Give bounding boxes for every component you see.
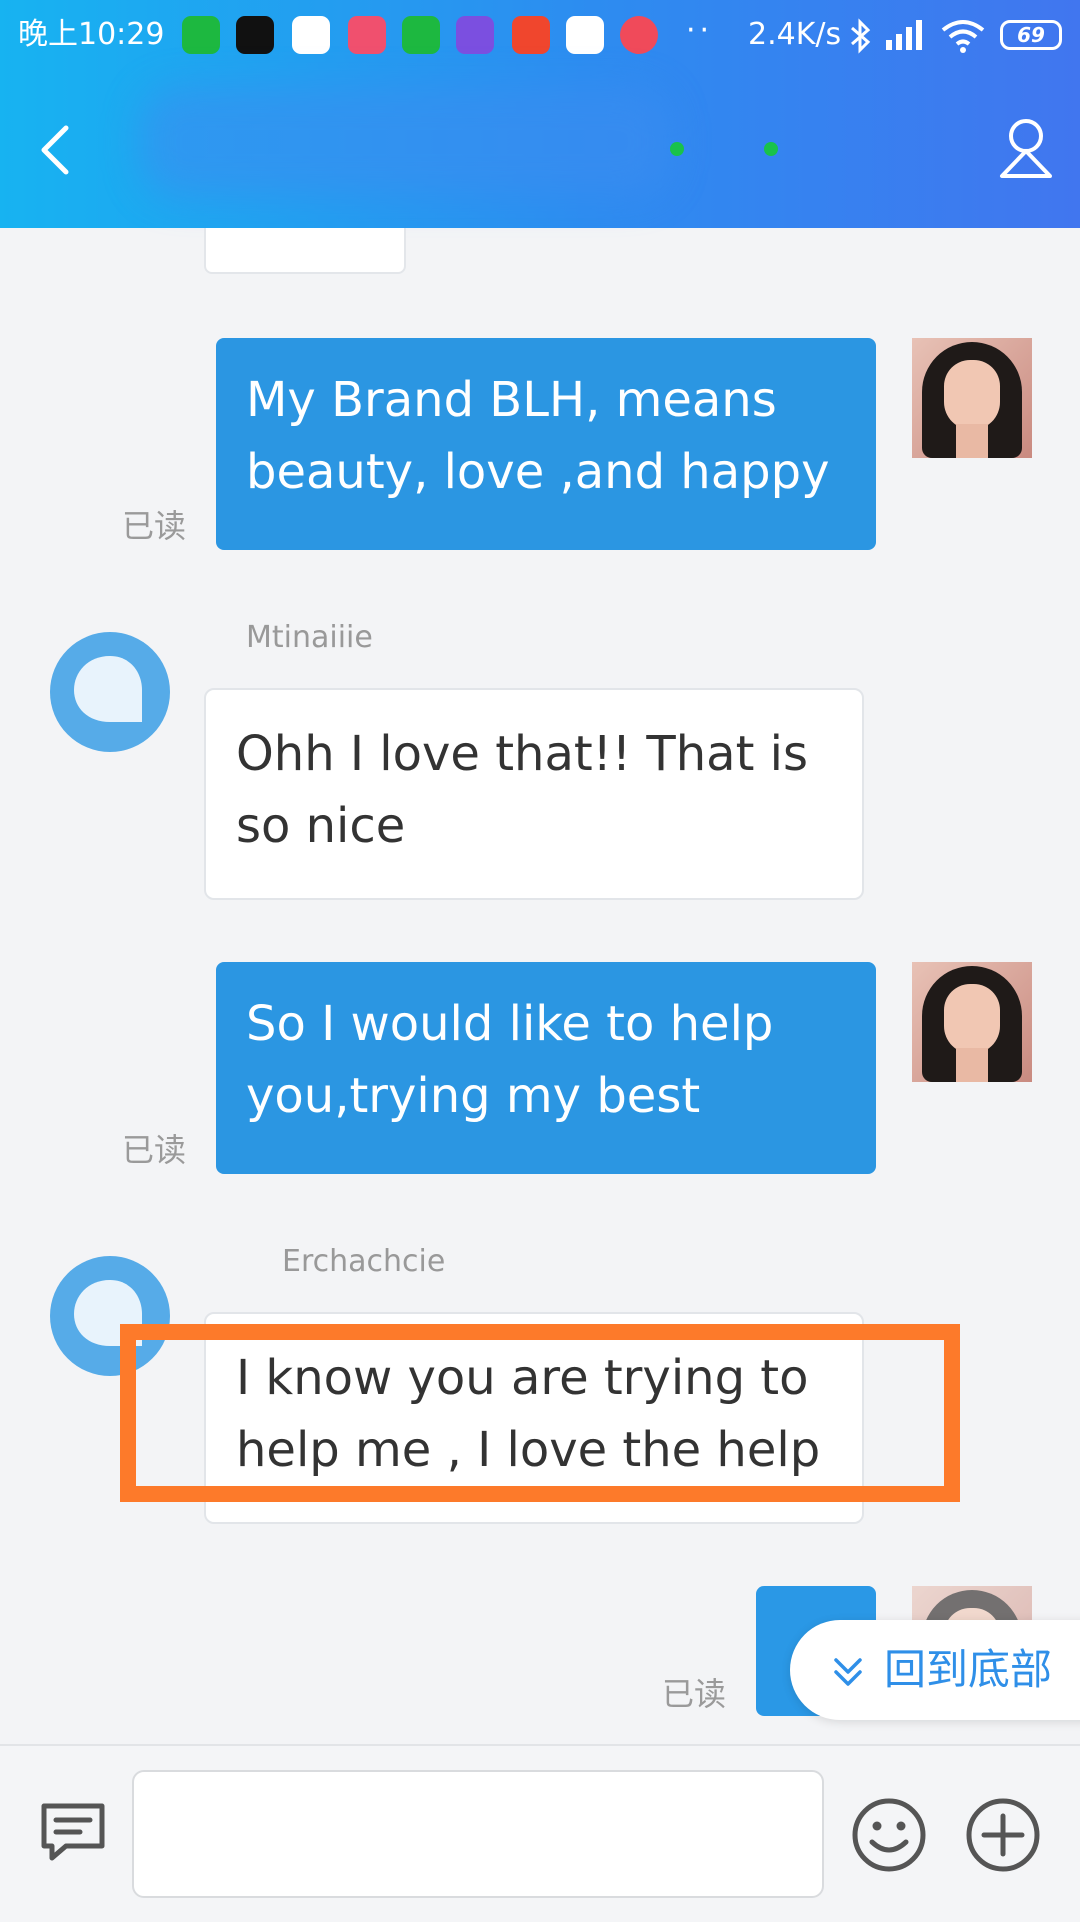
wifi-icon	[941, 20, 985, 53]
my-avatar[interactable]	[912, 962, 1032, 1082]
contact-avatar[interactable]	[48, 630, 172, 754]
network-speed: 2.4K/s	[748, 17, 842, 52]
my-avatar[interactable]	[912, 338, 1032, 458]
sender-name: Erchachcie	[282, 1244, 446, 1279]
plus-icon[interactable]	[964, 1796, 1042, 1874]
message-input[interactable]	[132, 1770, 824, 1898]
iqiyi-lite-app-icon	[402, 16, 440, 54]
read-receipt: 已读	[662, 1675, 727, 1713]
biyao-app-icon	[456, 16, 494, 54]
incoming-message-bubble[interactable]: Ohh I love that!! That is so nice	[204, 688, 864, 900]
emoji-icon[interactable]	[850, 1796, 928, 1874]
back-arrow-icon[interactable]	[36, 122, 76, 178]
read-receipt: 已读	[122, 507, 187, 545]
tiktok-app-icon	[236, 16, 274, 54]
play-store-app-icon-2	[566, 16, 604, 54]
highlight-annotation-box	[120, 1324, 960, 1502]
double-chevron-down-icon	[834, 1658, 862, 1686]
sender-name: Mtinaiiie	[246, 620, 373, 655]
previous-message-bubble	[204, 228, 406, 274]
status-time: 晚上10:29	[18, 17, 165, 52]
chat-title-blurred	[140, 88, 670, 196]
play-store-app-icon	[292, 16, 330, 54]
outgoing-message-bubble[interactable]: So I would like to help you,trying my be…	[216, 962, 876, 1174]
online-dot-2	[764, 142, 778, 156]
outgoing-message-bubble[interactable]: My Brand BLH, means beauty, love ,and ha…	[216, 338, 876, 550]
top-header: 晚上10:29 ·· 2.4K/s 69	[0, 0, 1080, 228]
back-to-bottom-button[interactable]: 回到底部	[790, 1620, 1080, 1720]
read-receipt: 已读	[122, 1131, 187, 1169]
signal-icon	[886, 20, 922, 50]
bluetooth-icon	[851, 18, 871, 54]
back-to-bottom-label: 回到底部	[884, 1645, 1053, 1694]
iqiyi-app-icon	[182, 16, 220, 54]
douyin-lite-app-icon	[348, 16, 386, 54]
search-app-icon	[620, 16, 658, 54]
chat-messages-area[interactable]: My Brand BLH, means beauty, love ,and ha…	[0, 228, 1080, 1744]
listen-app-icon	[512, 16, 550, 54]
online-dot	[670, 142, 684, 156]
message-input-bar	[0, 1744, 1080, 1922]
battery-indicator: 69	[1000, 20, 1062, 50]
more-notifications-indicator: ··	[686, 13, 714, 48]
profile-icon[interactable]	[996, 116, 1056, 182]
chat-mode-icon[interactable]	[38, 1800, 108, 1864]
